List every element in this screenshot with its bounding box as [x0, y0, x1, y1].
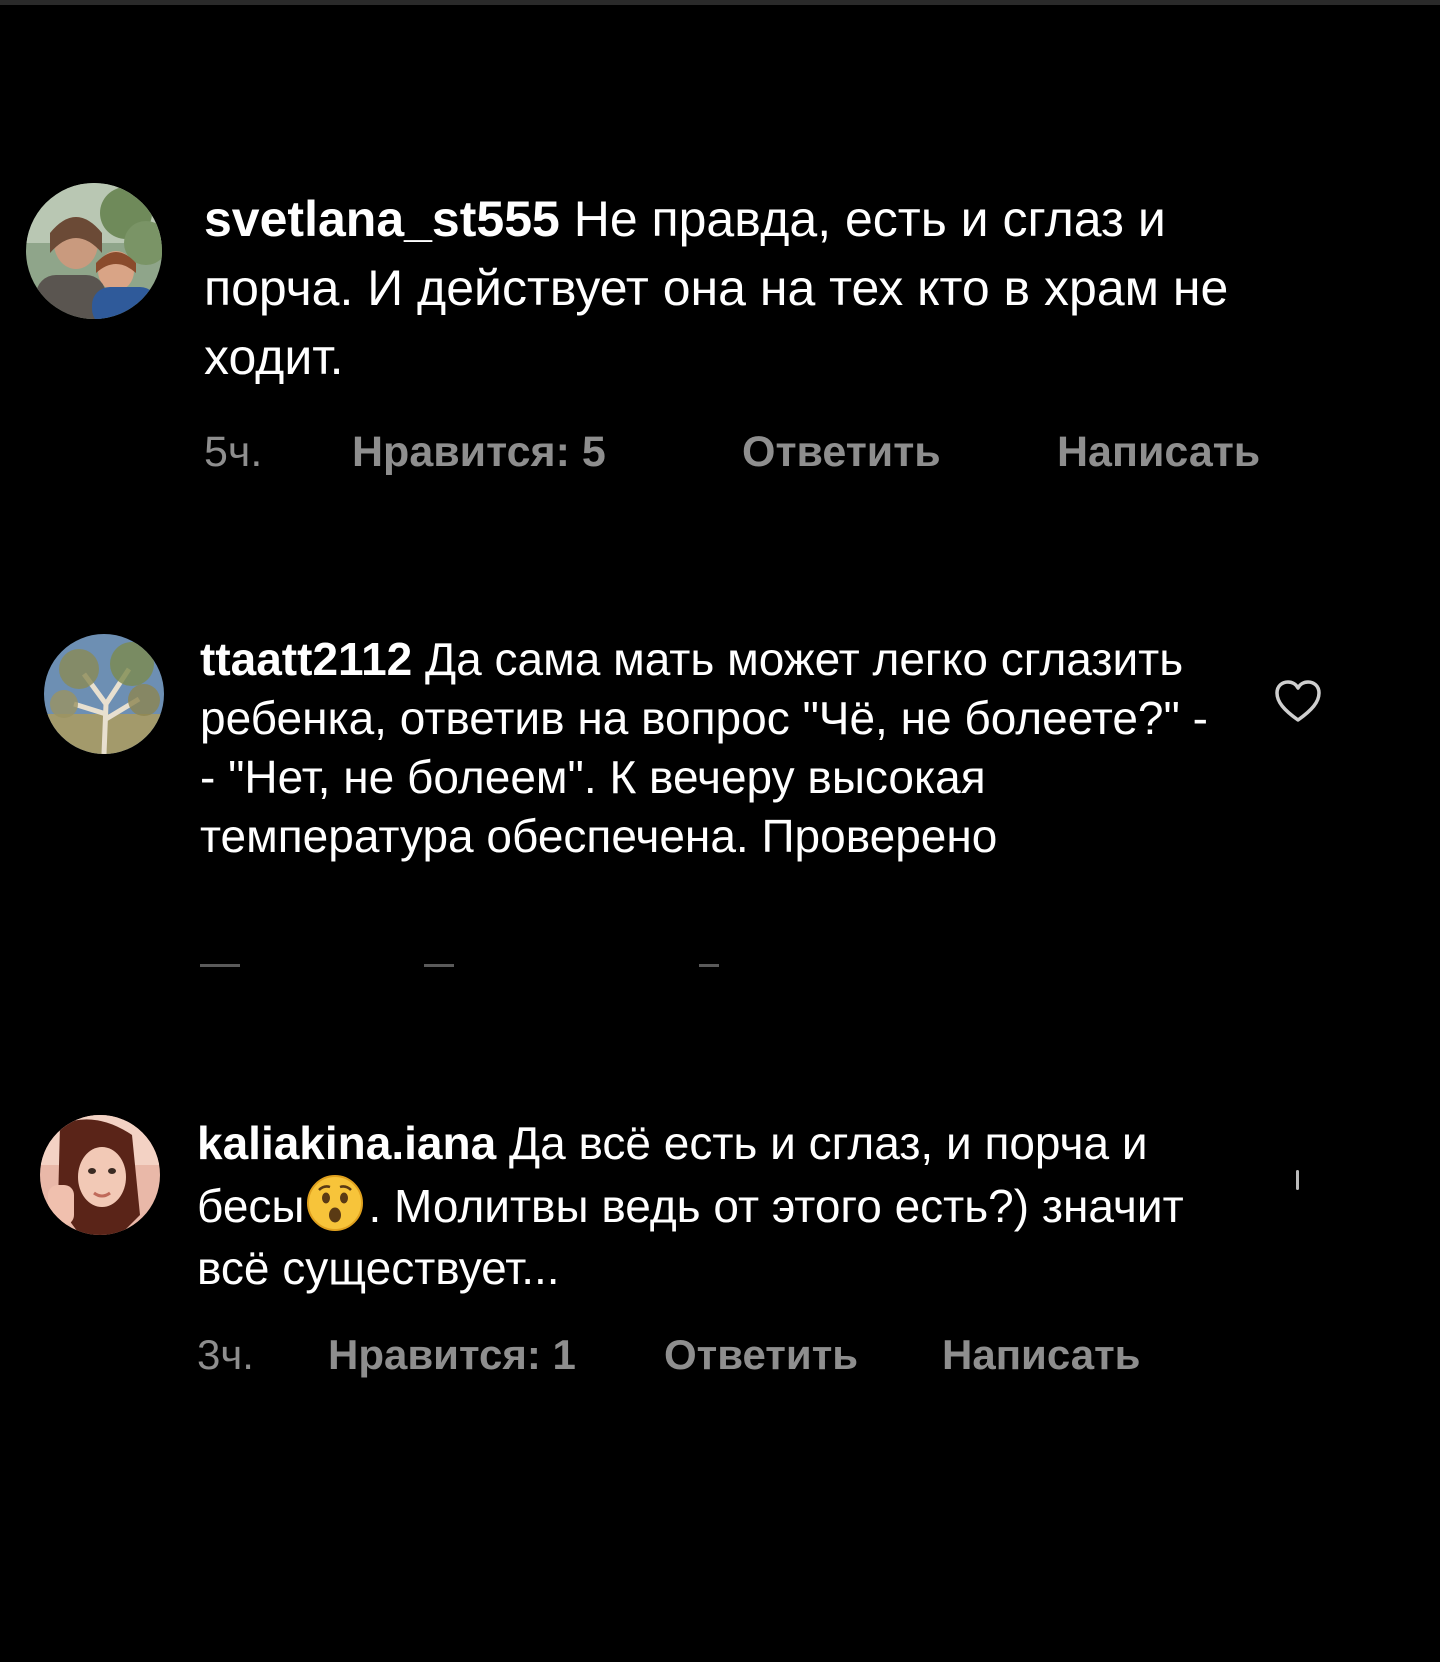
- heart-icon-clipped[interactable]: [1296, 1170, 1299, 1190]
- send-message-button[interactable]: Написать: [1057, 428, 1260, 477]
- likes-count-button[interactable]: Нравится: 1: [328, 1331, 664, 1379]
- heart-outline-icon[interactable]: [1274, 680, 1322, 724]
- comment-username[interactable]: kaliakina.iana: [197, 1117, 496, 1169]
- comment-actions: 3ч. Нравится: 1 Ответить Написать: [197, 1326, 1141, 1384]
- reply-button[interactable]: Ответить: [664, 1331, 942, 1379]
- avatar[interactable]: [26, 183, 162, 319]
- comment-actions: 5ч. Нравится: 5 Ответить Написать: [204, 422, 1260, 482]
- window-top-edge: [0, 0, 1440, 5]
- send-message-button[interactable]: Написать: [942, 1331, 1141, 1379]
- comment-username[interactable]: ttaatt2112: [200, 633, 412, 685]
- likes-count-button[interactable]: Нравится: 5: [352, 428, 742, 477]
- avatar[interactable]: [44, 634, 164, 754]
- comment-text-block: svetlana_st555 Не правда, есть и сглаз и…: [204, 185, 1324, 392]
- comment-timestamp: 3ч.: [197, 1331, 254, 1378]
- comment-text-block: ttaatt2112 Да сама мать может легко сгла…: [200, 630, 1210, 866]
- comment-text-block: kaliakina.iana Да всё есть и сглаз, и по…: [197, 1112, 1187, 1299]
- comment-actions-clipped: [200, 964, 900, 974]
- comment-timestamp: 5ч.: [204, 427, 263, 476]
- astonished-face-emoji: [306, 1174, 364, 1232]
- comment-username[interactable]: svetlana_st555: [204, 191, 560, 247]
- avatar[interactable]: [40, 1115, 160, 1235]
- reply-button[interactable]: Ответить: [742, 428, 1057, 477]
